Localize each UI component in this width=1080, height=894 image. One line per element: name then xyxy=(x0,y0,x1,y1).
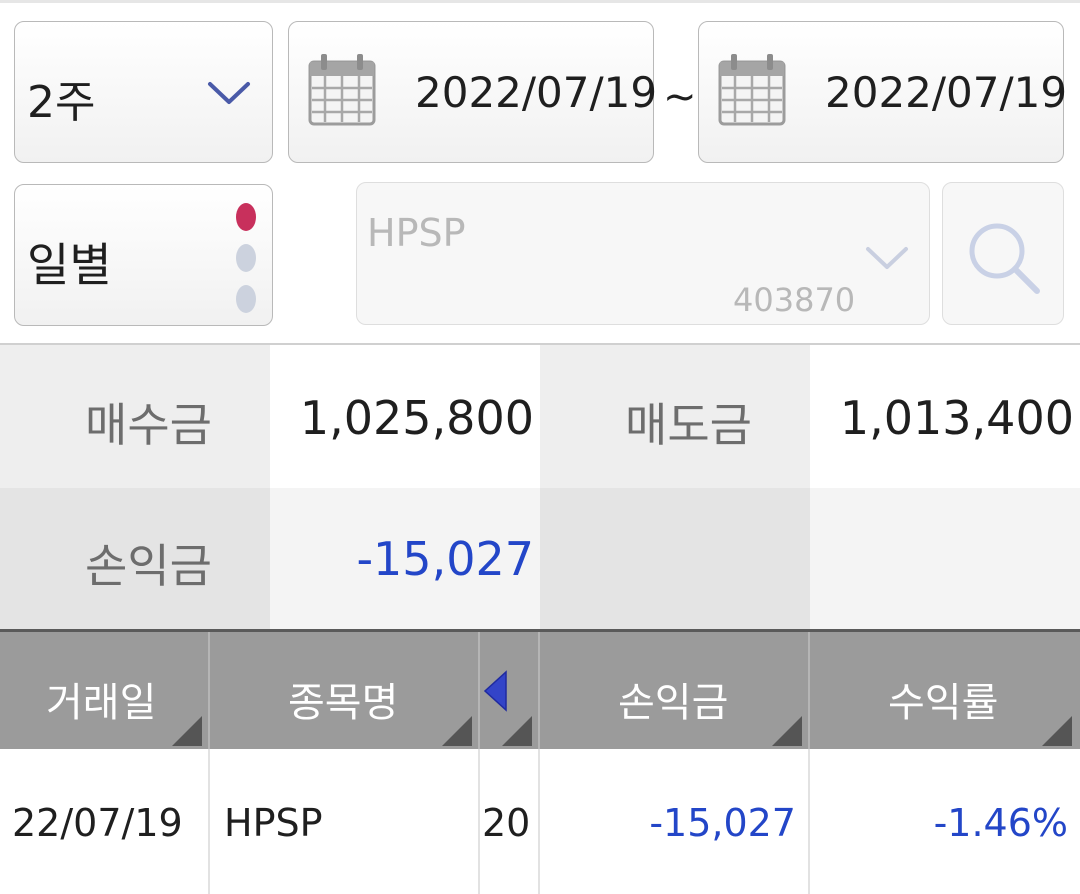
end-date-picker[interactable]: 2022/07/19 xyxy=(698,21,1068,163)
summary-row-1: 매수금 1,025,800 매도금 1,013,400 xyxy=(0,343,1080,490)
stock-code: 403870 xyxy=(733,281,856,319)
header-name-label: 종목명 xyxy=(288,680,399,726)
page-indicator-icon xyxy=(235,199,257,321)
row-date-cell: 22/07/19 xyxy=(0,749,208,894)
sell-label-cell: 매도금 xyxy=(540,345,810,490)
header-rate[interactable]: 수익률 xyxy=(810,632,1080,752)
table-row[interactable]: 22/07/19 HPSP 20 -15,027 -1.46% xyxy=(0,749,1080,894)
date-range-separator: ~ xyxy=(663,74,697,120)
summary-row-2: 손익금 -15,027 xyxy=(0,488,1080,629)
header-pnl-label: 손익금 xyxy=(618,680,729,726)
row-qty-cell: 20 xyxy=(480,749,538,894)
buy-label: 매수금 xyxy=(85,398,212,452)
buy-label-cell: 매수금 xyxy=(0,345,270,490)
end-date-value: 2022/07/19 xyxy=(825,68,1068,117)
pnl-value-cell: -15,027 xyxy=(270,488,540,629)
view-mode-value: 일별 xyxy=(27,238,112,292)
stock-selector[interactable]: HPSP 403870 xyxy=(356,182,930,325)
row-name: HPSP xyxy=(224,801,323,845)
search-icon xyxy=(967,221,1043,301)
chevron-down-icon xyxy=(865,245,909,275)
pnl-label-cell: 손익금 xyxy=(0,488,270,629)
header-date-label: 거래일 xyxy=(46,680,157,726)
row-pnl: -15,027 xyxy=(649,801,796,845)
row-qty: 20 xyxy=(482,801,531,845)
table-header: 거래일 종목명 손익금 수익률 xyxy=(0,629,1080,752)
calendar-icon xyxy=(307,52,377,128)
header-pnl[interactable]: 손익금 xyxy=(540,632,808,752)
sort-corner-icon xyxy=(442,716,472,746)
sort-corner-icon xyxy=(502,716,532,746)
header-rate-label: 수익률 xyxy=(888,680,999,726)
period-dropdown[interactable]: 2주 xyxy=(14,21,273,163)
sell-value-cell: 1,013,400 xyxy=(810,345,1080,490)
row-date: 22/07/19 xyxy=(12,801,183,845)
buy-value: 1,025,800 xyxy=(299,391,534,445)
chevron-down-icon xyxy=(207,80,251,110)
sort-corner-icon xyxy=(1042,716,1072,746)
left-arrow-icon xyxy=(482,670,508,716)
row-rate-cell: -1.46% xyxy=(810,749,1080,894)
start-date-value: 2022/07/19 xyxy=(415,68,658,117)
row-pnl-cell: -15,027 xyxy=(540,749,808,894)
sort-corner-icon xyxy=(172,716,202,746)
empty-label-cell xyxy=(540,488,810,629)
view-mode-toggle[interactable]: 일별 xyxy=(14,184,273,326)
row-rate: -1.46% xyxy=(933,801,1068,845)
row-name-cell: HPSP xyxy=(210,749,478,894)
sort-corner-icon xyxy=(772,716,802,746)
top-divider xyxy=(0,0,1080,3)
period-value: 2주 xyxy=(27,77,96,128)
header-name[interactable]: 종목명 xyxy=(210,632,478,752)
header-collapse[interactable] xyxy=(480,632,538,752)
header-date[interactable]: 거래일 xyxy=(0,632,208,752)
sell-value: 1,013,400 xyxy=(839,391,1074,445)
start-date-picker[interactable]: 2022/07/19 xyxy=(288,21,658,163)
search-button[interactable] xyxy=(942,182,1064,325)
empty-value-cell xyxy=(810,488,1080,629)
calendar-icon xyxy=(717,52,787,128)
pnl-label: 손익금 xyxy=(85,539,212,593)
buy-value-cell: 1,025,800 xyxy=(270,345,540,490)
sell-label: 매도금 xyxy=(625,398,752,452)
pnl-value: -15,027 xyxy=(356,532,534,586)
stock-name: HPSP xyxy=(367,211,466,255)
